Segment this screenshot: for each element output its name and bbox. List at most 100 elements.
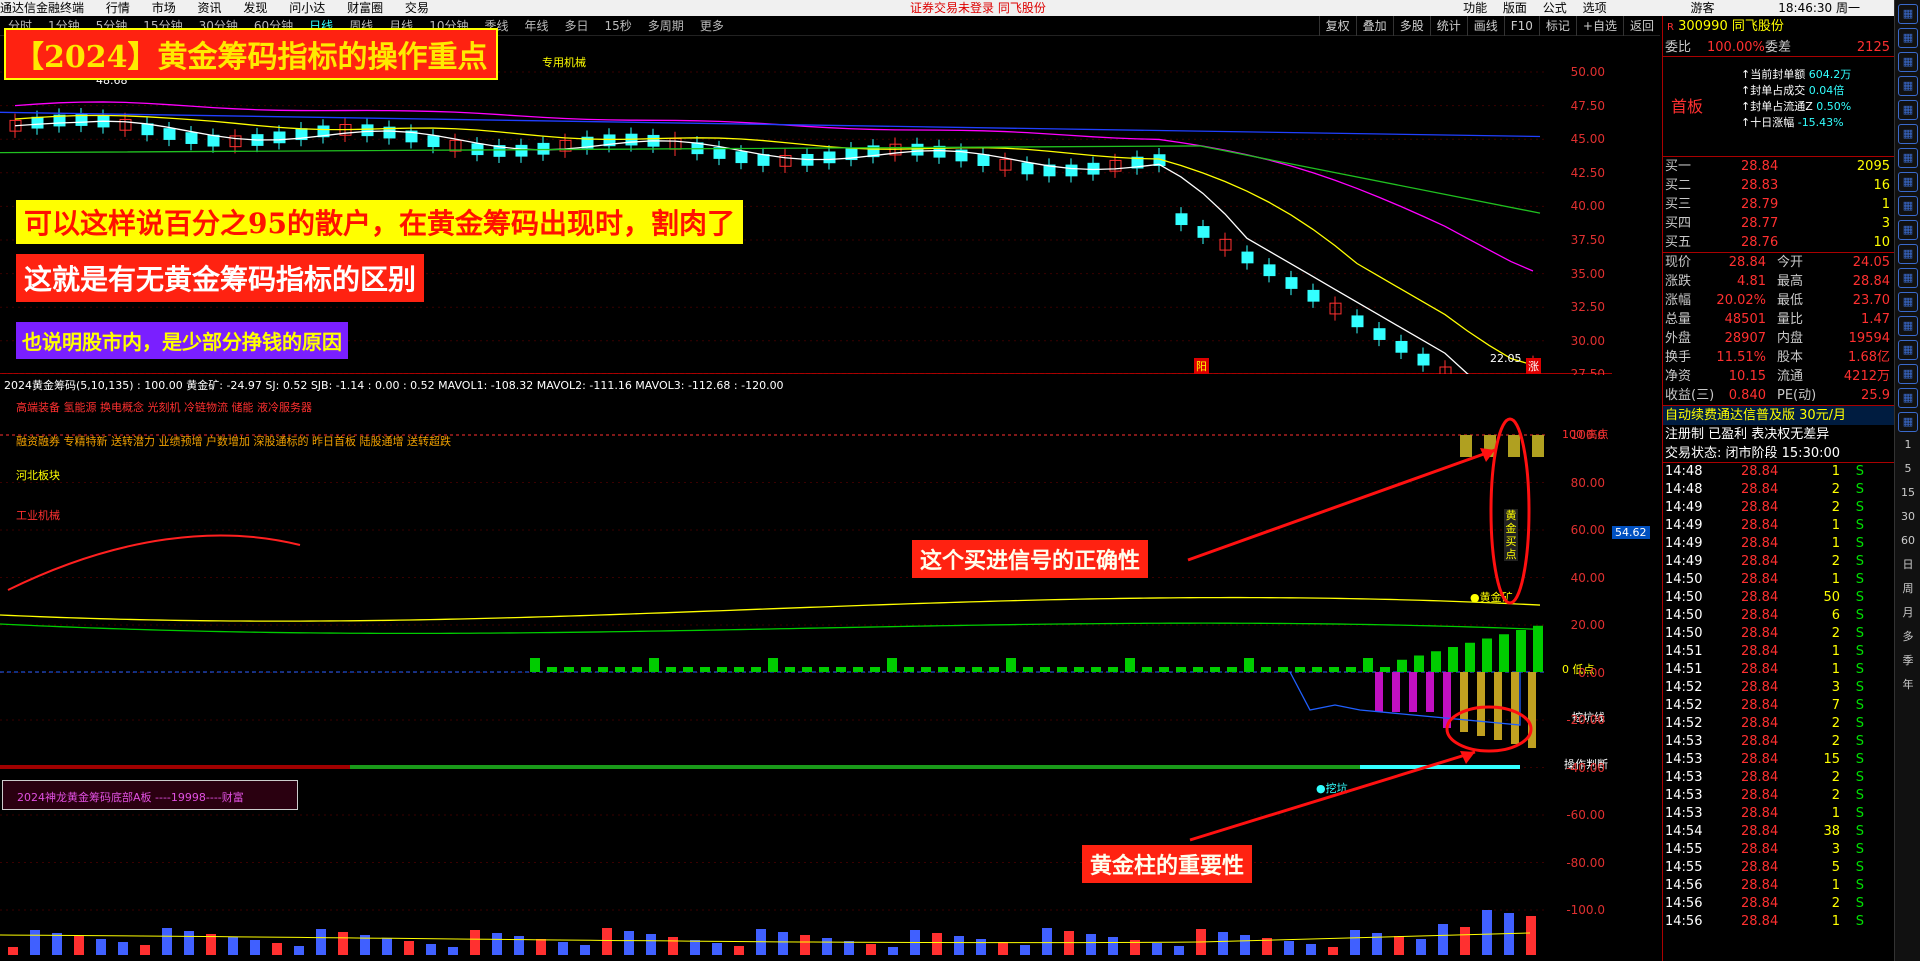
tick-list[interactable]: 14:48 28.84 1 S 14:48 28.84 2 S 14:49 28.84 2 S 14:4… <box>1663 463 1894 931</box>
volume-bar <box>976 939 986 955</box>
bid-row[interactable]: 买一 28.84 2095 <box>1663 157 1894 176</box>
sidebar-tool-icon[interactable]: ▦ <box>1898 4 1918 24</box>
sidebar-tool-icon[interactable]: ▦ <box>1898 124 1918 144</box>
tick-row: 14:53 28.84 2 S <box>1665 788 1864 803</box>
indicator-chart[interactable] <box>0 375 1612 955</box>
callout-buy-signal: 这个买进信号的正确性 <box>912 540 1149 578</box>
sidebar-period-button[interactable]: 年 <box>1898 676 1918 696</box>
volume-bar <box>932 933 942 955</box>
indicator-panel[interactable]: 2024黄金筹码(5,10,135) : 100.00 黄金矿: -24.97 … <box>0 375 1650 955</box>
sidebar-period-button[interactable]: 60 <box>1898 532 1918 552</box>
sidebar-period-button[interactable]: 日 <box>1898 556 1918 576</box>
indicator-tick: -80.00 <box>1566 855 1605 870</box>
menu-item[interactable]: 市场 <box>152 0 176 16</box>
clock: 18:46:30 周一 <box>1778 1 1860 15</box>
volume-bar <box>118 942 128 955</box>
quote-header[interactable]: R 300990 同飞股份 <box>1663 16 1894 38</box>
sidebar-tool-icon[interactable]: ▦ <box>1898 412 1918 432</box>
sidebar-tool-icon[interactable]: ▦ <box>1898 316 1918 336</box>
sidebar-period-button[interactable]: 1 <box>1898 436 1918 456</box>
bid-row[interactable]: 买二 28.83 16 <box>1663 176 1894 195</box>
stat-row: 净资 10.15 流通 4212万 <box>1665 369 1890 384</box>
period-tab[interactable]: 15秒 <box>597 16 640 36</box>
volume-bar <box>1438 924 1448 955</box>
gold-bar-green <box>1397 659 1407 672</box>
volume-bar <box>272 943 282 955</box>
sidebar-tool-icon[interactable]: ▦ <box>1898 76 1918 96</box>
sidebar-tool-icon[interactable]: ▦ <box>1898 220 1918 240</box>
bid-row[interactable]: 买五 28.76 10 <box>1663 233 1894 252</box>
candle <box>1197 226 1210 238</box>
sidebar-tool-icon[interactable]: ▦ <box>1898 52 1918 72</box>
tool-button[interactable]: 画线 <box>1466 16 1504 36</box>
candle <box>185 132 198 144</box>
period-more[interactable]: 更多 <box>692 16 732 36</box>
pit-line <box>1289 671 1521 726</box>
gold-bar-green <box>870 667 880 672</box>
stats-list: 现价 28.84 今开 24.05 涨跌 4.81 最高 28.84 涨幅 20.02% 最低 23.… <box>1663 253 1894 406</box>
volume-bar <box>228 937 238 955</box>
sidebar-tool-icon[interactable]: ▦ <box>1898 388 1918 408</box>
menu-formula[interactable]: 公式 <box>1543 0 1567 16</box>
promo-row-2: 注册制 已盈利 表决权无差异 <box>1665 427 1830 442</box>
candle <box>1351 315 1364 328</box>
sidebar-tool-icon[interactable]: ▦ <box>1898 196 1918 216</box>
sidebar-period-button[interactable]: 30 <box>1898 508 1918 528</box>
pit-bar <box>1477 672 1485 736</box>
period-tab[interactable]: 多周期 <box>640 16 692 36</box>
menu-item[interactable]: 交易 <box>405 0 429 16</box>
menu-item[interactable]: 发现 <box>243 0 267 16</box>
gold-bar-green <box>1431 651 1441 672</box>
tool-button[interactable]: 复权 <box>1318 16 1356 36</box>
tick-row: 14:51 28.84 1 S <box>1665 644 1864 659</box>
menu-item[interactable]: 问小达 <box>289 0 325 16</box>
period-tab[interactable]: 多日 <box>557 16 597 36</box>
bid-row[interactable]: 买四 28.77 3 <box>1663 214 1894 233</box>
tool-button[interactable]: 多股 <box>1392 16 1430 36</box>
sidebar-period-button[interactable]: 15 <box>1898 484 1918 504</box>
stat-row: 涨幅 20.02% 最低 23.70 <box>1665 293 1890 308</box>
menu-func[interactable]: 功能 <box>1463 0 1487 16</box>
tool-button[interactable]: F10 <box>1503 16 1539 36</box>
bid-row[interactable]: 买三 28.79 1 <box>1663 195 1894 214</box>
user-label[interactable]: 游客 <box>1690 0 1714 16</box>
tick-row: 14:53 28.84 15 S <box>1665 752 1864 767</box>
indicator-tick: 0.00 <box>1578 665 1605 680</box>
sidebar-tool-icon[interactable]: ▦ <box>1898 28 1918 48</box>
sidebar-tool-icon[interactable]: ▦ <box>1898 364 1918 384</box>
tool-button[interactable]: +自选 <box>1575 16 1623 36</box>
sidebar-period-button[interactable]: 季 <box>1898 652 1918 672</box>
menu-item[interactable]: 行情 <box>106 0 130 16</box>
bottom-mark: 阳 <box>1194 358 1209 374</box>
sidebar-period-button[interactable]: 月 <box>1898 604 1918 624</box>
volume-bar <box>998 942 1008 955</box>
sidebar-tool-icon[interactable]: ▦ <box>1898 100 1918 120</box>
volume-bar <box>140 945 150 955</box>
menu-layout[interactable]: 版面 <box>1503 0 1527 16</box>
pit-bar <box>1528 672 1536 748</box>
tool-button[interactable]: 统计 <box>1429 16 1467 36</box>
sidebar-tool-icon[interactable]: ▦ <box>1898 292 1918 312</box>
tool-button[interactable]: 叠加 <box>1355 16 1393 36</box>
menu-item[interactable]: 资讯 <box>198 0 222 16</box>
sidebar-period-button[interactable]: 周 <box>1898 580 1918 600</box>
tool-button[interactable]: 返回 <box>1622 16 1660 36</box>
volume-bar <box>294 946 304 955</box>
period-tab[interactable]: 年线 <box>516 16 556 36</box>
menu-item[interactable]: 财富圈 <box>347 0 383 16</box>
tool-button[interactable]: 标记 <box>1538 16 1576 36</box>
sidebar-period-button[interactable]: 5 <box>1898 460 1918 480</box>
indicator-tick: 80.00 <box>1570 475 1605 490</box>
gold-bar-green <box>1448 647 1458 672</box>
promo-row[interactable]: 自动续费通达信普及版 30元/月 <box>1663 406 1894 425</box>
sector-label: 专用机械 <box>542 56 586 69</box>
menu-options[interactable]: 选项 <box>1583 0 1607 16</box>
sidebar-tool-icon[interactable]: ▦ <box>1898 268 1918 288</box>
stat-row: 换手 11.51% 股本 1.68亿 <box>1665 350 1890 365</box>
sidebar-period-button[interactable]: 多 <box>1898 628 1918 648</box>
sidebar-tool-icon[interactable]: ▦ <box>1898 172 1918 192</box>
concept-tags-2: 融资融券 专精特新 送转潜力 业绩预增 户数增加 深股通标的 昨日首板 陆股通增… <box>16 435 451 448</box>
sidebar-tool-icon[interactable]: ▦ <box>1898 148 1918 168</box>
sidebar-tool-icon[interactable]: ▦ <box>1898 340 1918 360</box>
sidebar-tool-icon[interactable]: ▦ <box>1898 244 1918 264</box>
